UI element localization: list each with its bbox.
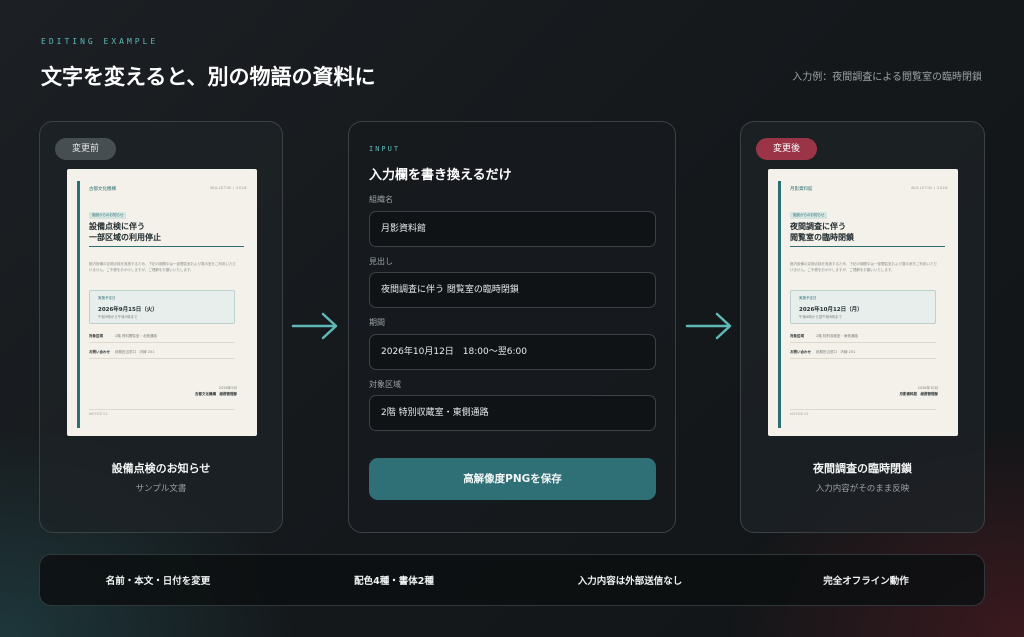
doc-accent-bar [77,181,80,428]
doc-body: 館内設備の定期点検を実施するため、下記の期間中は一部閲覧室および展示室をご利用い… [790,262,937,272]
before-caption: 設備点検のお知らせ [111,462,211,475]
doc-row-value: 総務担当窓口 内線 201 [115,350,155,354]
doc-row-area: 対象区域 2階 資料閲覧室・北側通路 [89,334,235,343]
feature-item: 入力内容は外部送信なし [577,576,683,587]
doc-heading-line1: 設備点検に伴う [89,222,145,231]
doc-sign-org: 月影資料館 総務管理部 [899,392,939,396]
doc-date: 2026年9月15日（火） [98,307,158,313]
doc-footer: NOTICE 01 [89,409,235,416]
org-name-field[interactable]: 月影資料館 [369,211,656,247]
doc-tag: 施設からのお知らせ [89,212,127,219]
before-badge: 変更前 [55,138,117,160]
doc-meta: BULLETIN / 2026 [210,186,247,190]
section-eyebrow: EDITING EXAMPLE [41,37,159,46]
input-eyebrow: INPUT [369,145,401,153]
after-card: 変更後 月影資料館 BULLETIN / 2026 施設からのお知らせ 夜間調査… [740,121,985,533]
doc-row-area: 対象区域 2階 特別収蔵室・東側通路 [790,334,936,343]
doc-tag: 施設からのお知らせ [790,212,828,219]
doc-meta: BULLETIN / 2026 [911,186,948,190]
doc-row-value: 2階 特別収蔵室・東側通路 [816,334,858,338]
field-label-period: 期間 [369,318,385,327]
doc-date-box: 実施予定日 2026年9月15日（火） 午前9時から午後5時まで [89,290,235,324]
field-label-area: 対象区域 [369,380,401,389]
doc-row-label: 対象区域 [790,334,804,338]
field-label-org: 組織名 [369,195,393,204]
doc-sign-org: 古都文化機構 総務管理部 [195,392,237,396]
doc-row-label: お問い合わせ [790,350,811,354]
input-title: 入力欄を書き換えるだけ [369,168,512,183]
after-subcaption: 入力内容がそのまま反映 [815,484,910,494]
doc-accent-bar [778,181,781,428]
doc-date-label: 実施予定日 [799,296,817,300]
features-bar: 名前・本文・日付を変更 配色4種・書体2種 入力内容は外部送信なし 完全オフライ… [39,554,985,606]
doc-date: 2026年10月12日（月） [799,307,863,313]
after-document-preview: 月影資料館 BULLETIN / 2026 施設からのお知らせ 夜間調査に伴う … [768,169,958,436]
doc-row-value: 総務担当窓口 内線 201 [816,350,856,354]
doc-date-sub: 午前9時から午後5時まで [98,315,138,319]
doc-date-box: 実施予定日 2026年10月12日（月） 午後6時から翌午前6時まで [790,290,936,324]
doc-row-value: 2階 資料閲覧室・北側通路 [115,334,157,338]
doc-row-contact: お問い合わせ 総務担当窓口 内線 201 [89,350,235,359]
after-badge: 変更後 [756,138,818,160]
field-label-heading: 見出し [369,257,393,266]
feature-item: 完全オフライン動作 [823,576,909,587]
doc-signature: 2026年9月 古都文化機構 総務管理部 [195,385,237,397]
arrow-right-icon [685,312,732,340]
doc-date-sub: 午後6時から翌午前6時まで [799,315,842,319]
feature-item: 名前・本文・日付を変更 [105,576,211,587]
doc-org: 古都文化機構 [89,187,116,192]
area-field[interactable]: 2階 特別収蔵室・東側通路 [369,395,656,431]
input-card: INPUT 入力欄を書き換えるだけ 組織名 月影資料館 見出し 夜間調査に伴う … [348,121,676,533]
doc-heading-line2: 閲覧室の臨時閉鎖 [790,233,854,242]
doc-sign-date: 2026年10月 [917,386,938,390]
before-subcaption: サンプル文書 [135,484,187,494]
doc-heading: 設備点検に伴う 一部区域の利用停止 [89,221,244,247]
feature-item: 配色4種・書体2種 [354,576,434,587]
example-note: 入力例：夜間調査による閲覧室の臨時閉鎖 [792,72,982,83]
doc-org: 月影資料館 [790,187,813,192]
doc-signature: 2026年10月 月影資料館 総務管理部 [900,385,939,397]
doc-heading-line1: 夜間調査に伴う [790,222,846,231]
arrow-right-icon [291,312,338,340]
doc-date-label: 実施予定日 [98,296,116,300]
doc-row-label: お問い合わせ [89,350,110,354]
doc-heading-line2: 一部区域の利用停止 [89,233,161,242]
doc-footer: NOTICE 01 [790,409,936,416]
after-caption: 夜間調査の臨時閉鎖 [813,462,912,475]
before-card: 変更前 古都文化機構 BULLETIN / 2026 施設からのお知らせ 設備点… [39,121,283,533]
doc-body: 館内設備の定期点検を実施するため、下記の期間中は一部閲覧室および展示室をご利用い… [89,262,236,272]
heading-field[interactable]: 夜間調査に伴う 閲覧室の臨時閉鎖 [369,272,656,308]
doc-row-label: 対象区域 [89,334,103,338]
save-png-button[interactable]: 高解像度PNGを保存 [369,458,656,500]
doc-heading: 夜間調査に伴う 閲覧室の臨時閉鎖 [790,221,945,247]
before-document-preview: 古都文化機構 BULLETIN / 2026 施設からのお知らせ 設備点検に伴う… [67,169,257,436]
doc-row-contact: お問い合わせ 総務担当窓口 内線 201 [790,350,936,359]
doc-sign-date: 2026年9月 [218,386,237,390]
period-field[interactable]: 2026年10月12日 18:00〜翌6:00 [369,334,656,370]
page-title: 文字を変えると、別の物語の資料に [41,65,376,89]
